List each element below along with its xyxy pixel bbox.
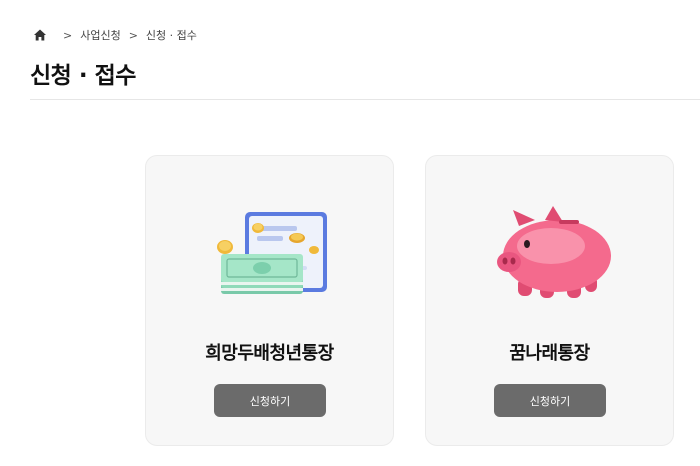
program-card-hope-double: 희망두배청년통장 신청하기	[145, 155, 394, 446]
apply-button[interactable]: 신청하기	[494, 384, 606, 417]
breadcrumb-item-apply-receive[interactable]: 신청 · 접수	[146, 27, 197, 43]
program-title: 꿈나래통장	[509, 343, 590, 364]
program-title: 희망두배청년통장	[205, 343, 334, 364]
apply-button[interactable]: 신청하기	[214, 384, 326, 417]
home-icon[interactable]	[33, 28, 47, 42]
breadcrumb: > 사업신청 > 신청 · 접수	[33, 27, 197, 43]
title-divider	[30, 99, 700, 100]
breadcrumb-separator: >	[128, 28, 138, 42]
page-title: 신청 · 접수	[30, 63, 136, 89]
program-card-dream-wings: 꿈나래통장 신청하기	[425, 155, 674, 446]
breadcrumb-separator: >	[63, 28, 73, 42]
money-tablet-illustration	[216, 212, 327, 294]
breadcrumb-item-business-application[interactable]: 사업신청	[80, 27, 120, 43]
piggy-bank-illustration	[496, 206, 611, 298]
